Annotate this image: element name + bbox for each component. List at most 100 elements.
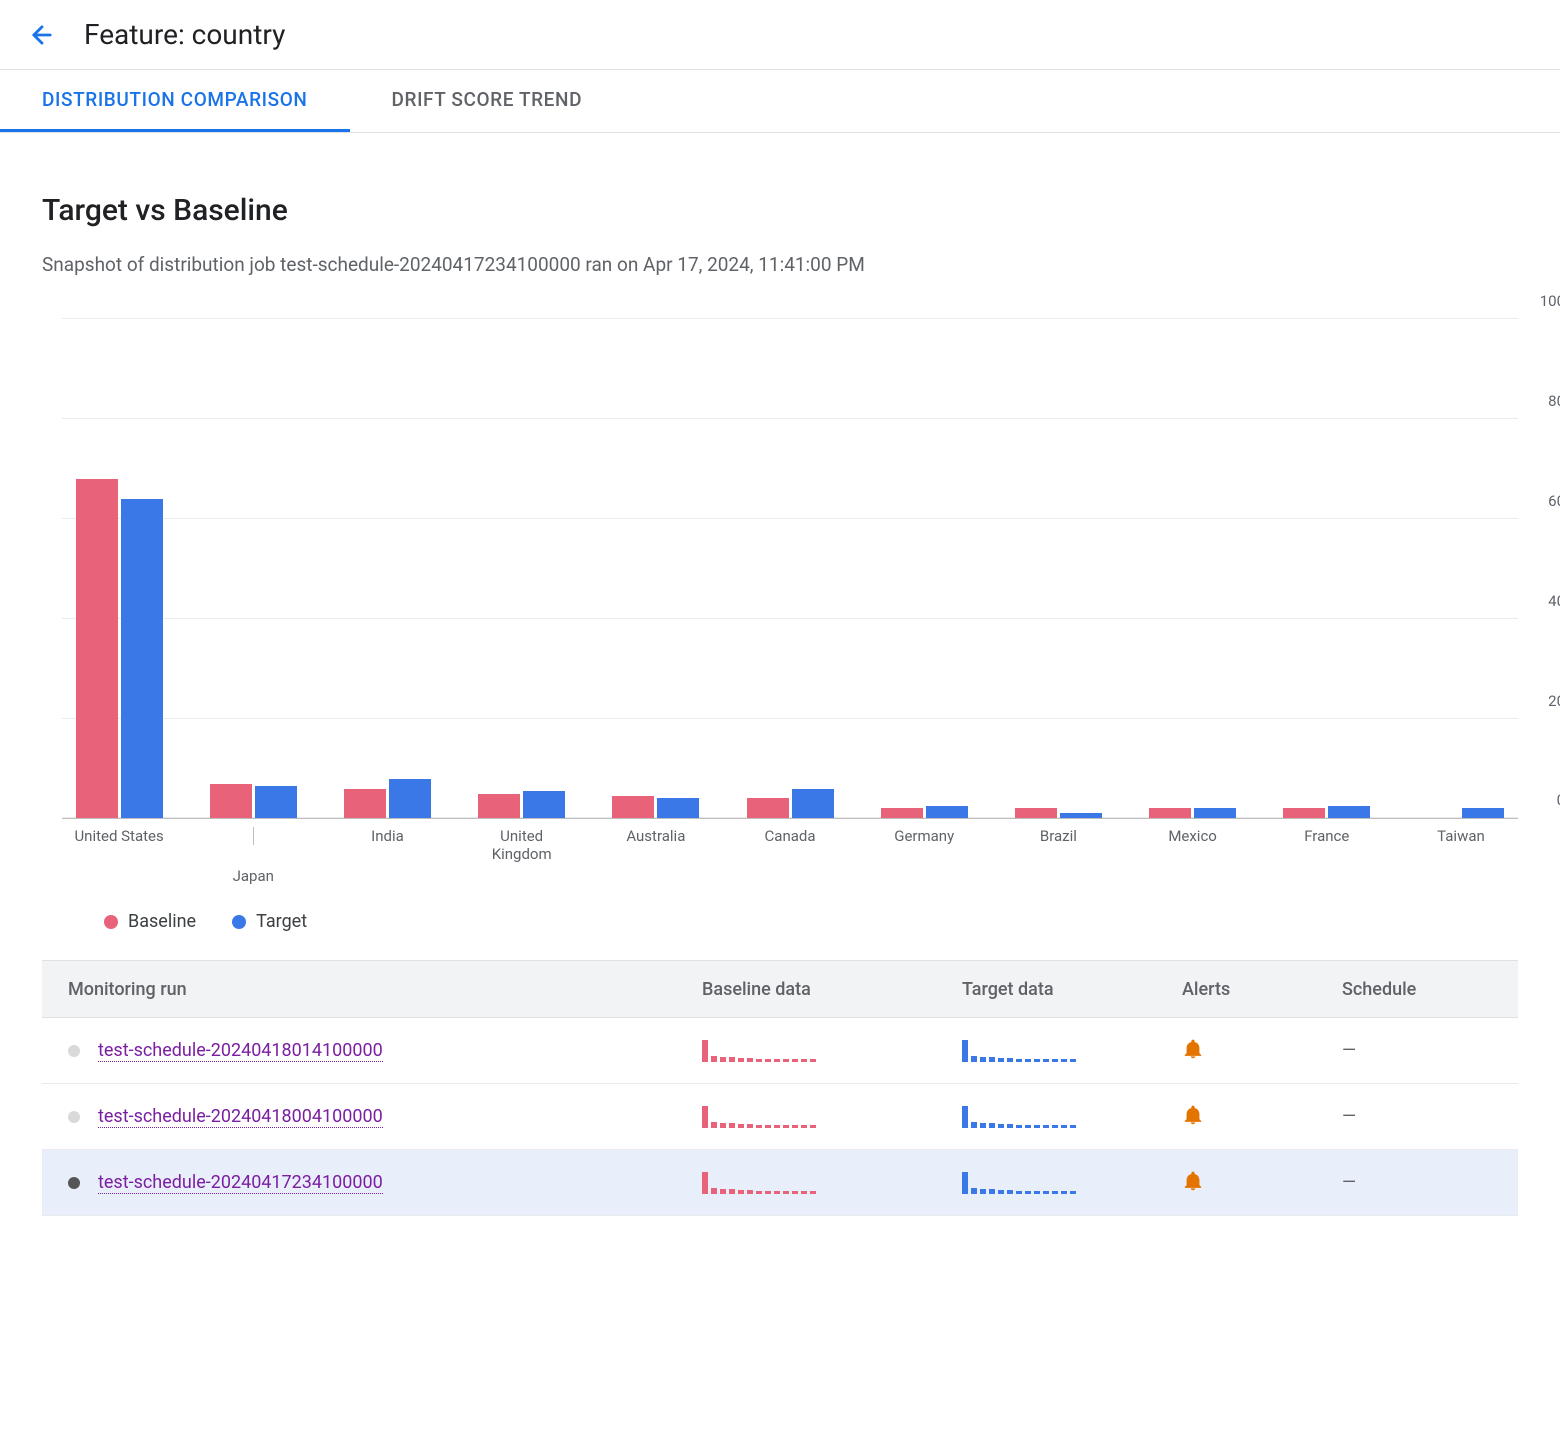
monitoring-runs-table: Monitoring run Baseline data Target data…: [42, 960, 1518, 1216]
bar-chart: 0%20%40%60%80%100%: [62, 319, 1518, 819]
bar-group: [1005, 319, 1111, 818]
monitoring-run-link[interactable]: test-schedule-20240418014100000: [98, 1040, 383, 1062]
monitoring-run-link[interactable]: test-schedule-20240417234100000: [98, 1172, 383, 1194]
bar-group: [1140, 319, 1246, 818]
bar-target: [523, 791, 565, 818]
bar-baseline: [881, 808, 923, 818]
bar-group: [469, 319, 575, 818]
bar-baseline: [1283, 808, 1325, 818]
bar-group: [1408, 319, 1514, 818]
col-header-alerts: Alerts: [1182, 979, 1342, 1000]
x-axis-label: Taiwan: [1408, 827, 1514, 867]
alert-bell-icon[interactable]: [1182, 1104, 1342, 1130]
legend-item-baseline: Baseline: [104, 911, 196, 932]
y-tick-label: 0%: [1557, 791, 1560, 809]
col-header-baseline: Baseline data: [702, 979, 962, 1000]
baseline-data-cell: [702, 1172, 962, 1194]
sparkline-baseline: [702, 1106, 962, 1128]
bar-target: [389, 779, 431, 819]
page-header: Feature: country: [0, 0, 1560, 70]
section-subtitle: Snapshot of distribution job test-schedu…: [42, 250, 1002, 279]
x-axis-label: Australia: [603, 827, 709, 867]
x-axis-label: Japan: [200, 827, 306, 867]
schedule-cell: —: [1342, 1106, 1492, 1127]
bar-baseline: [1149, 808, 1191, 818]
x-axis-label: Germany: [871, 827, 977, 867]
sparkline-target: [962, 1172, 1182, 1194]
bar-target: [1328, 806, 1370, 818]
table-row[interactable]: test-schedule-20240418014100000 —: [42, 1018, 1518, 1084]
target-data-cell: [962, 1172, 1182, 1194]
baseline-data-cell: [702, 1106, 962, 1128]
tab-drift-score-trend[interactable]: DRIFT SCORE TREND: [350, 70, 625, 132]
y-tick-label: 20%: [1548, 692, 1560, 710]
main-content: Target vs Baseline Snapshot of distribut…: [0, 133, 1560, 1216]
status-dot-icon: [68, 1177, 80, 1189]
schedule-cell: —: [1342, 1172, 1492, 1193]
target-data-cell: [962, 1106, 1182, 1128]
section-title: Target vs Baseline: [42, 193, 1518, 228]
bar-target: [926, 806, 968, 818]
status-dot-icon: [68, 1045, 80, 1057]
back-arrow-icon[interactable]: [28, 21, 56, 49]
alert-bell-icon[interactable]: [1182, 1170, 1342, 1196]
bar-group: [737, 319, 843, 818]
x-axis-label: Mexico: [1140, 827, 1246, 867]
table-row[interactable]: test-schedule-20240418004100000 —: [42, 1084, 1518, 1150]
table-body: test-schedule-20240418014100000—test-sch…: [42, 1018, 1518, 1216]
bar-target: [1194, 808, 1236, 818]
run-cell: test-schedule-20240417234100000: [68, 1172, 702, 1194]
bar-baseline: [210, 784, 252, 819]
chart-x-labels: United States Japan India United Kingdom Aus…: [62, 819, 1518, 867]
page-title: Feature: country: [84, 18, 285, 51]
bar-target: [657, 798, 699, 818]
bar-target: [1462, 808, 1504, 818]
col-header-run: Monitoring run: [68, 979, 702, 1000]
x-axis-label: Brazil: [1005, 827, 1111, 867]
y-tick-label: 100%: [1540, 292, 1560, 310]
legend-item-target: Target: [232, 911, 307, 932]
x-axis-label: United States: [66, 827, 172, 867]
bar-group: [66, 319, 172, 818]
x-axis-label: United Kingdom: [469, 827, 575, 867]
sparkline-target: [962, 1106, 1182, 1128]
baseline-data-cell: [702, 1040, 962, 1062]
table-header: Monitoring run Baseline data Target data…: [42, 960, 1518, 1018]
chart-container: 0%20%40%60%80%100% United States Japan Ind…: [62, 319, 1518, 867]
bar-baseline: [76, 479, 118, 818]
y-tick-label: 40%: [1548, 592, 1560, 610]
bar-group: [334, 319, 440, 818]
bar-baseline: [612, 796, 654, 818]
monitoring-run-link[interactable]: test-schedule-20240418004100000: [98, 1106, 383, 1128]
bar-baseline: [478, 794, 520, 819]
status-dot-icon: [68, 1111, 80, 1123]
x-axis-label: Canada: [737, 827, 843, 867]
tab-distribution-comparison[interactable]: DISTRIBUTION COMPARISON: [0, 70, 350, 132]
y-tick-label: 60%: [1548, 492, 1560, 510]
x-axis-label: France: [1274, 827, 1380, 867]
bar-target: [121, 499, 163, 818]
bar-group: [1274, 319, 1380, 818]
legend-label-baseline: Baseline: [128, 911, 196, 932]
alert-bell-icon[interactable]: [1182, 1038, 1342, 1064]
col-header-schedule: Schedule: [1342, 979, 1492, 1000]
run-cell: test-schedule-20240418014100000: [68, 1040, 702, 1062]
legend-label-target: Target: [256, 911, 307, 932]
tabs: DISTRIBUTION COMPARISON DRIFT SCORE TREN…: [0, 70, 1560, 133]
col-header-target: Target data: [962, 979, 1182, 1000]
y-tick-label: 80%: [1548, 392, 1560, 410]
legend-swatch-baseline-icon: [104, 915, 118, 929]
bar-group: [200, 319, 306, 818]
bar-target: [1060, 813, 1102, 818]
schedule-cell: —: [1342, 1040, 1492, 1061]
run-cell: test-schedule-20240418004100000: [68, 1106, 702, 1128]
sparkline-baseline: [702, 1172, 962, 1194]
x-axis-label: India: [334, 827, 440, 867]
sparkline-target: [962, 1040, 1182, 1062]
bar-baseline: [344, 789, 386, 819]
legend-swatch-target-icon: [232, 915, 246, 929]
bar-group: [871, 319, 977, 818]
bar-group: [603, 319, 709, 818]
table-row[interactable]: test-schedule-20240417234100000 —: [42, 1150, 1518, 1216]
target-data-cell: [962, 1040, 1182, 1062]
